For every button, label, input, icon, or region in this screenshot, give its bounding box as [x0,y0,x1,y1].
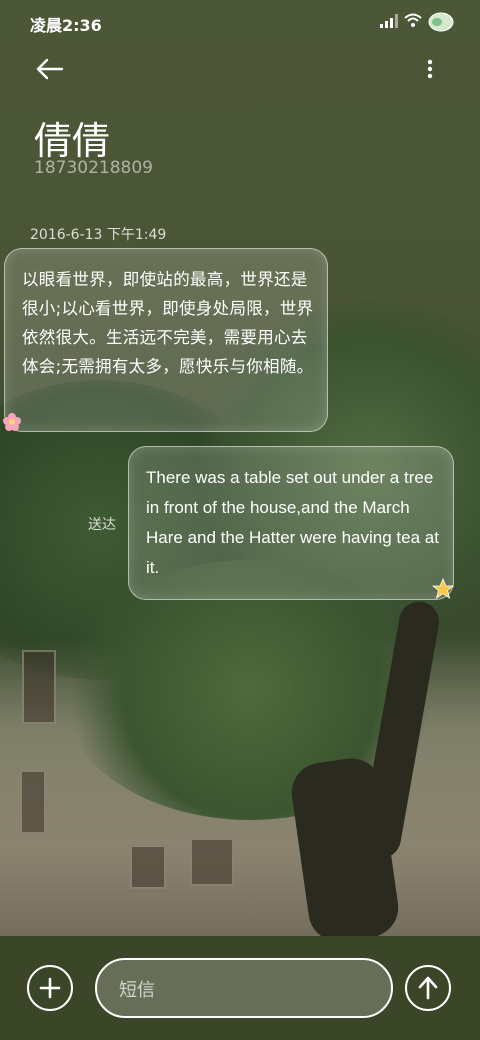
wifi-icon [404,13,422,27]
more-options-button[interactable] [418,52,442,86]
arrow-up-icon [418,976,438,1000]
more-vertical-icon [427,59,433,79]
incoming-message-bubble[interactable]: 以眼看世界，即使站的最高，世界还是很小;以心看世界，即使身处局限，世界依然很大。… [4,248,328,432]
contact-number: 18730218809 [34,158,153,178]
building-window [130,845,166,889]
star-icon [432,578,454,599]
delivery-status: 送达 [88,517,116,533]
signal-icon [380,14,398,28]
contact-name: 倩倩 [34,119,111,163]
building-window [22,650,56,724]
battery-icon [428,12,454,32]
back-button[interactable] [32,52,68,86]
status-bar: 凌晨2:36 [0,0,480,44]
building-window [20,770,46,834]
message-input[interactable] [117,974,371,1006]
building-window [190,838,234,886]
status-time: 凌晨2:36 [30,16,102,35]
message-input-container[interactable] [95,958,393,1018]
plus-icon [39,977,61,999]
message-timestamp: 2016-6-13 下午1:49 [30,227,167,243]
message-text: 以眼看世界，即使站的最高，世界还是很小;以心看世界，即使身处局限，世界依然很大。… [22,270,314,376]
message-text: There was a table set out under a tree i… [146,468,439,577]
send-button[interactable] [405,965,451,1011]
arrow-left-icon [36,58,64,80]
flower-icon [3,413,21,431]
add-attachment-button[interactable] [27,965,73,1011]
outgoing-message-bubble[interactable]: There was a table set out under a tree i… [128,446,454,600]
